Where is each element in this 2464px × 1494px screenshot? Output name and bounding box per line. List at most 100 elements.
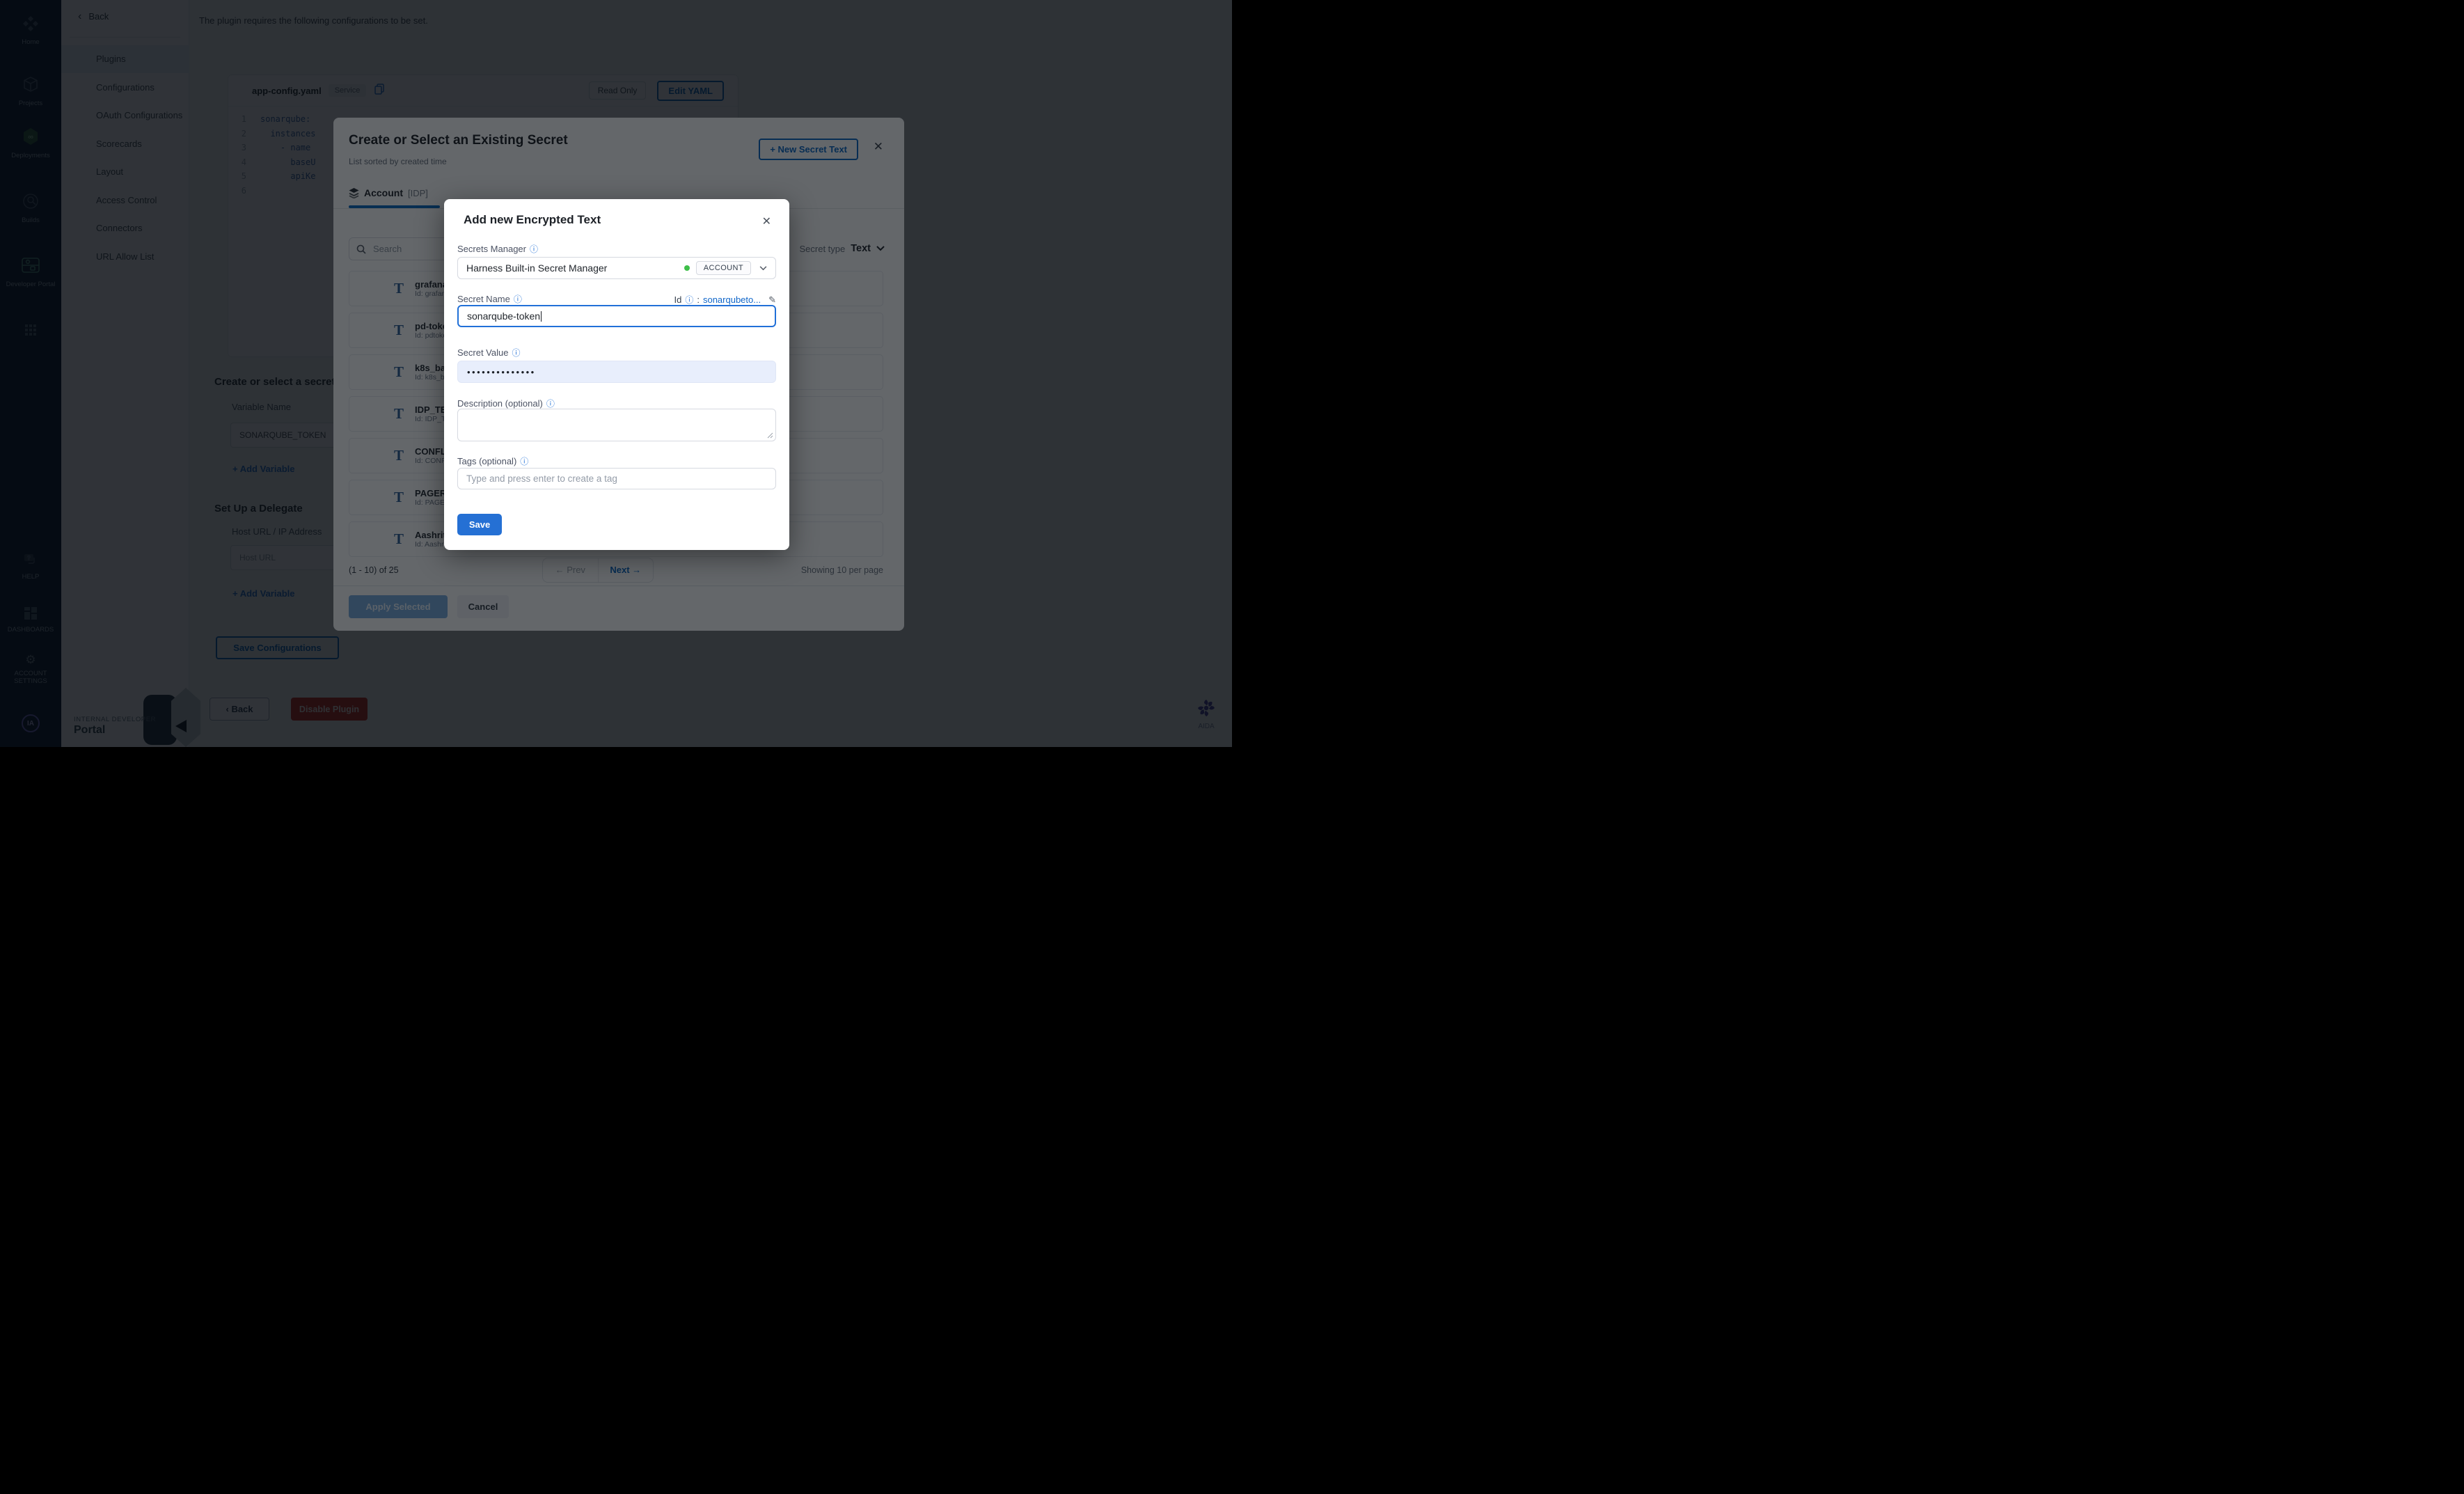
- secret-name-label: Secret Nameⓘ: [457, 293, 522, 305]
- next-page-button[interactable]: Next →: [599, 558, 654, 582]
- aida-widget[interactable]: AIDA: [1187, 699, 1225, 730]
- app-window: Home Projects ∞ Deployments Builds: [0, 0, 1232, 747]
- rail-label: DASHBOARDS: [0, 626, 61, 634]
- text-secret-icon: T: [394, 322, 404, 339]
- secret-type-dropdown[interactable]: Secret type Text: [799, 243, 885, 254]
- sidebar-item-layout[interactable]: Layout: [61, 158, 189, 186]
- deployments-icon: ∞: [22, 127, 40, 149]
- code-text: instances: [260, 129, 315, 139]
- text-secret-icon: T: [394, 530, 404, 548]
- rail-item-home[interactable]: Home: [0, 15, 61, 46]
- rail-item-account-settings[interactable]: ⚙ ACCOUNT SETTINGS: [0, 653, 61, 685]
- sidebar-item-connectors[interactable]: Connectors: [61, 214, 189, 242]
- id-value-link[interactable]: sonarqubeto...: [703, 294, 761, 305]
- sidebar-item-oauth-configurations[interactable]: OAuth Configurations: [61, 102, 189, 129]
- edit-pencil-icon[interactable]: ✎: [768, 294, 776, 306]
- add-variable-link[interactable]: + Add Variable: [232, 588, 294, 599]
- add-encrypted-text-modal: Add new Encrypted Text ✕ Secrets Manager…: [444, 199, 789, 550]
- rail-label: Builds: [0, 217, 61, 224]
- info-icon[interactable]: ⓘ: [512, 348, 520, 358]
- rail-item-dashboards[interactable]: DASHBOARDS: [0, 607, 61, 634]
- yaml-filename: app-config.yaml: [252, 86, 322, 96]
- module-rail: Home Projects ∞ Deployments Builds: [0, 0, 61, 747]
- secret-id-row: Id ⓘ : sonarqubeto... ✎: [674, 294, 776, 306]
- secret-name-value: sonarqube-token: [467, 310, 540, 322]
- rail-item-developer-portal[interactable]: Developer Portal: [0, 256, 61, 288]
- info-icon[interactable]: ⓘ: [685, 294, 693, 306]
- code-text: - name: [260, 143, 310, 152]
- new-secret-text-button[interactable]: + New Secret Text: [759, 139, 858, 160]
- pagination-showing: Showing 10 per page: [801, 565, 883, 575]
- sidebar-item-access-control[interactable]: Access Control: [61, 187, 189, 214]
- id-label: Id: [674, 294, 681, 305]
- account-scope-badge: ACCOUNT: [696, 261, 751, 275]
- description-textarea[interactable]: [457, 409, 776, 441]
- variable-name-label: Variable Name: [232, 402, 291, 412]
- back-button[interactable]: ‹ Back: [210, 698, 269, 721]
- resize-handle-icon[interactable]: [767, 432, 773, 439]
- modal-subtitle: List sorted by created time: [349, 157, 447, 166]
- rail-item-user-avatar[interactable]: IA: [0, 714, 61, 732]
- tags-input[interactable]: [457, 468, 776, 489]
- modal-title: Create or Select an Existing Secret: [349, 133, 568, 148]
- text-secret-icon: T: [394, 280, 404, 297]
- edit-yaml-button[interactable]: Edit YAML: [657, 81, 724, 101]
- rail-item-builds[interactable]: Builds: [0, 192, 61, 224]
- svg-text:∞: ∞: [28, 133, 33, 141]
- secret-section-heading: Create or select a secret: [214, 376, 335, 388]
- disable-plugin-button[interactable]: Disable Plugin: [291, 698, 368, 721]
- info-icon[interactable]: ⓘ: [514, 294, 522, 304]
- save-button[interactable]: Save: [457, 514, 502, 535]
- info-icon[interactable]: ⓘ: [530, 244, 538, 254]
- secret-name-input[interactable]: sonarqube-token: [457, 305, 776, 327]
- info-icon[interactable]: ⓘ: [546, 399, 555, 409]
- pagination-controls: ← Prev Next →: [542, 558, 654, 583]
- gear-icon: ⚙: [25, 653, 35, 667]
- code-text: sonarqube:: [260, 114, 310, 124]
- sidebar-item-url-allow-list[interactable]: URL Allow List: [61, 243, 189, 271]
- aida-label: AIDA: [1187, 723, 1225, 730]
- text-caret: [541, 311, 542, 322]
- chevron-down-icon: [876, 246, 885, 251]
- rail-label: Deployments: [0, 152, 61, 159]
- secret-type-value: Text: [851, 243, 871, 254]
- rail-item-deployments[interactable]: ∞ Deployments: [0, 127, 61, 159]
- id-separator: :: [697, 294, 700, 305]
- sidebar-item-configurations[interactable]: Configurations: [61, 74, 189, 102]
- line-number: 1: [228, 114, 260, 124]
- plugin-side-nav: ‹ Back Plugins Configurations OAuth Conf…: [61, 0, 189, 747]
- prev-page-button[interactable]: ← Prev: [543, 558, 599, 582]
- nav-back-button[interactable]: ‹ Back: [78, 11, 109, 22]
- info-icon[interactable]: ⓘ: [520, 457, 528, 466]
- sidebar-item-scorecards[interactable]: Scorecards: [61, 130, 189, 158]
- sidebar-item-plugins[interactable]: Plugins: [61, 45, 189, 73]
- line-number: 2: [228, 129, 260, 139]
- chevron-left-icon: ‹: [78, 12, 81, 21]
- builds-icon: [22, 192, 40, 214]
- close-icon[interactable]: ✕: [874, 140, 883, 154]
- rail-label: Home: [0, 38, 61, 46]
- yaml-editor-header: app-config.yaml Service Read Only Edit Y…: [228, 75, 738, 107]
- pagination-range: (1 - 10) of 25: [349, 565, 399, 575]
- rail-item-apps-grid[interactable]: [0, 324, 61, 339]
- label-text: Secrets Manager: [457, 244, 526, 254]
- save-configurations-button[interactable]: Save Configurations: [216, 636, 339, 659]
- portal-brand-line2: Portal: [74, 724, 105, 737]
- rail-item-help[interactable]: ? HELP: [0, 553, 61, 581]
- text-secret-icon: T: [394, 447, 404, 464]
- line-number: 3: [228, 143, 260, 152]
- secrets-manager-select[interactable]: Harness Built-in Secret Manager ACCOUNT: [457, 257, 776, 279]
- rail-item-projects[interactable]: Projects: [0, 75, 61, 107]
- cancel-button[interactable]: Cancel: [457, 595, 509, 618]
- apply-selected-button[interactable]: Apply Selected: [349, 595, 448, 618]
- line-number: 6: [228, 186, 260, 196]
- add-variable-link[interactable]: + Add Variable: [232, 464, 294, 474]
- search-icon: [356, 244, 366, 254]
- close-icon[interactable]: ✕: [762, 214, 771, 228]
- tab-account-idp[interactable]: Account [IDP]: [349, 187, 428, 198]
- secret-value-label: Secret Valueⓘ: [457, 347, 520, 359]
- copy-icon[interactable]: [374, 84, 384, 98]
- modal-title: Add new Encrypted Text: [464, 213, 601, 227]
- secret-value-input[interactable]: ••••••••••••••: [457, 361, 776, 383]
- service-badge: Service: [329, 84, 367, 97]
